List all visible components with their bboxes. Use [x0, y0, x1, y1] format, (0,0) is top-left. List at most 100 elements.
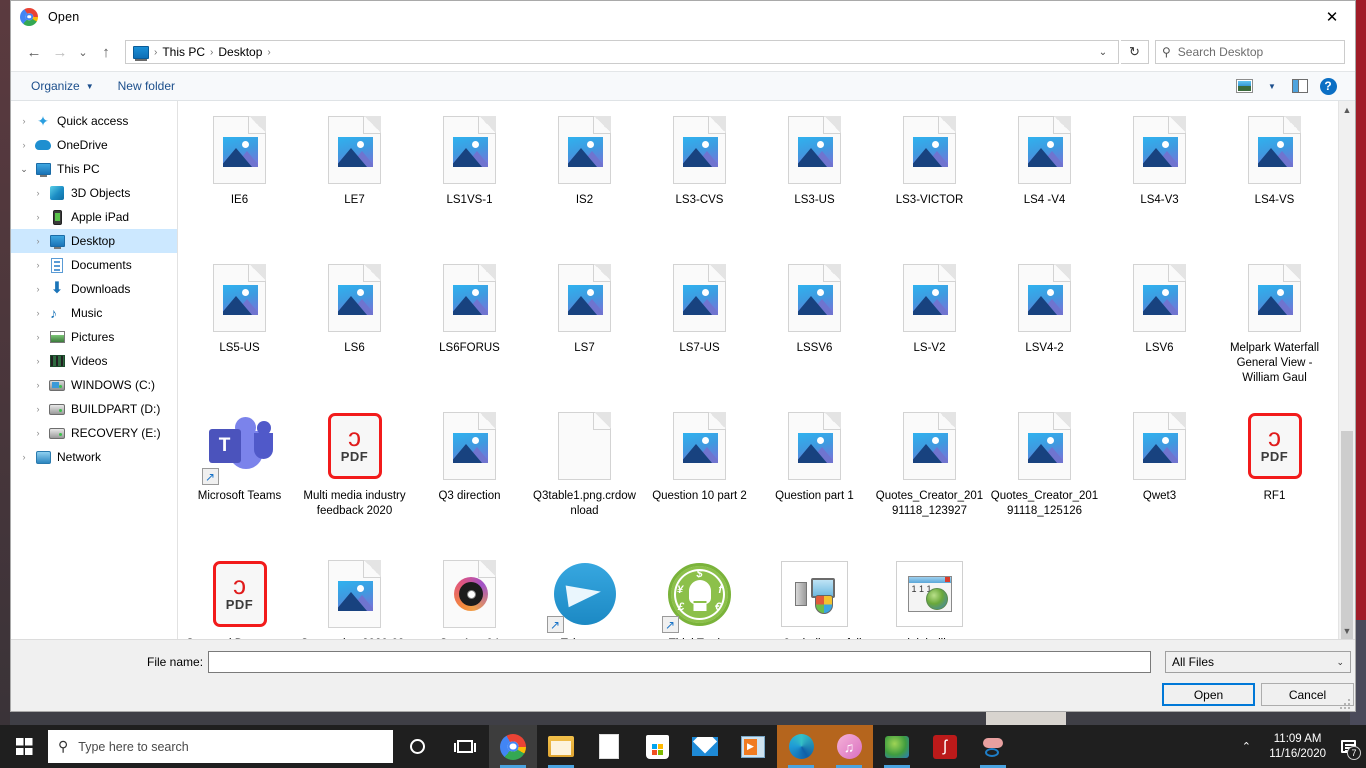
- taskbar-app-media-player[interactable]: ▶: [729, 725, 777, 768]
- file-item[interactable]: LS7-US: [642, 255, 757, 403]
- taskbar-app-adobe-reader[interactable]: ʃ: [921, 725, 969, 768]
- file-item[interactable]: LS3-CVS: [642, 107, 757, 255]
- taskbar-app-file-explorer[interactable]: [537, 725, 585, 768]
- sidebar-item-this-pc[interactable]: ⌄ This PC: [11, 157, 177, 181]
- file-item[interactable]: Sun Aug 04 2019MMM: [412, 551, 527, 639]
- chevron-right-icon[interactable]: ›: [29, 404, 47, 414]
- sidebar-item-documents[interactable]: › Documents: [11, 253, 177, 277]
- notifications-button[interactable]: 7: [1334, 725, 1362, 768]
- recent-locations-button[interactable]: ⌄: [73, 39, 93, 65]
- chevron-right-icon[interactable]: ›: [29, 356, 47, 366]
- file-item[interactable]: Quotes_Creator_20191118_123927: [872, 403, 987, 551]
- file-item[interactable]: IE6: [182, 107, 297, 255]
- chevron-right-icon[interactable]: ›: [15, 452, 33, 462]
- file-item[interactable]: Quotes_Creator_20191118_125126: [987, 403, 1102, 551]
- taskbar-app-mail[interactable]: [681, 725, 729, 768]
- file-item[interactable]: LS6: [297, 255, 412, 403]
- help-button[interactable]: ?: [1315, 75, 1341, 97]
- preview-pane-button[interactable]: [1287, 75, 1313, 97]
- up-button[interactable]: ↑: [93, 39, 119, 65]
- chevron-right-icon[interactable]: ›: [15, 140, 33, 150]
- file-item[interactable]: Screenshot 2020-09-30 072525: [297, 551, 412, 639]
- taskbar-search-box[interactable]: ⚲: [48, 730, 393, 763]
- filename-input[interactable]: [208, 651, 1151, 673]
- scroll-up-button[interactable]: ▲: [1339, 101, 1355, 118]
- sidebar-item-buildpart-d[interactable]: › BUILDPART (D:): [11, 397, 177, 421]
- file-item[interactable]: Q3 direction: [412, 403, 527, 551]
- file-item[interactable]: Qwet3: [1102, 403, 1217, 551]
- chevron-right-icon[interactable]: ›: [29, 332, 47, 342]
- taskbar-app-notepad[interactable]: [585, 725, 633, 768]
- taskbar-app-green-app[interactable]: [873, 725, 921, 768]
- taskbar-app-microsoft-store[interactable]: [633, 725, 681, 768]
- view-mode-dropdown[interactable]: ▼: [1259, 75, 1285, 97]
- chevron-right-icon[interactable]: ›: [29, 380, 47, 390]
- clock[interactable]: 11:09 AM 11/16/2020: [1261, 732, 1334, 762]
- taskbar-app-snipping-tool[interactable]: [969, 725, 1017, 768]
- sidebar-item-network[interactable]: › Network: [11, 445, 177, 469]
- sidebar-item-downloads[interactable]: › ⬇ Downloads: [11, 277, 177, 301]
- refresh-icon[interactable]: ↻: [1121, 40, 1149, 64]
- file-item[interactable]: LS1VS-1: [412, 107, 527, 255]
- cortana-icon[interactable]: [393, 725, 441, 768]
- start-button[interactable]: [0, 725, 48, 768]
- sidebar-item-recovery-e[interactable]: › RECOVERY (E:): [11, 421, 177, 445]
- file-item[interactable]: Melpark Waterfall General View - William…: [1217, 255, 1332, 403]
- file-item[interactable]: 1 1 1triplebolling: [872, 551, 987, 639]
- chevron-right-icon[interactable]: ›: [15, 116, 33, 126]
- file-item[interactable]: LS3-US: [757, 107, 872, 255]
- chevron-right-icon[interactable]: ›: [29, 308, 47, 318]
- taskbar-app-edge[interactable]: [777, 725, 825, 768]
- file-item[interactable]: LE7: [297, 107, 412, 255]
- sidebar-item-quick-access[interactable]: › ✦ Quick access: [11, 109, 177, 133]
- taskbar-app-chrome[interactable]: [489, 725, 537, 768]
- file-type-dropdown[interactable]: All Files ⌄: [1165, 651, 1351, 673]
- sidebar-item-windows-c[interactable]: › WINDOWS (C:): [11, 373, 177, 397]
- file-item[interactable]: Question part 1: [757, 403, 872, 551]
- chevron-right-icon[interactable]: ›: [29, 428, 47, 438]
- file-item[interactable]: ɔ PDF RF1: [1217, 403, 1332, 551]
- new-folder-button[interactable]: New folder: [106, 79, 187, 93]
- file-item[interactable]: LSV6: [1102, 255, 1217, 403]
- chevron-right-icon[interactable]: ›: [29, 188, 47, 198]
- breadcrumb-this-pc[interactable]: This PC: [158, 45, 209, 59]
- open-button[interactable]: Open: [1162, 683, 1255, 706]
- file-item[interactable]: LS3-VICTOR: [872, 107, 987, 255]
- file-item[interactable]: tone2_gladiator_full_setup: [757, 551, 872, 639]
- scrollbar-thumb[interactable]: [1341, 431, 1353, 639]
- file-item[interactable]: LS7: [527, 255, 642, 403]
- file-item[interactable]: LS6FORUS: [412, 255, 527, 403]
- sidebar-item-pictures[interactable]: › Pictures: [11, 325, 177, 349]
- file-item[interactable]: Question 10 part 2: [642, 403, 757, 551]
- file-item[interactable]: Q3table1.png.crdownload: [527, 403, 642, 551]
- file-list-scrollbar[interactable]: ▲ ▼: [1338, 101, 1355, 639]
- sidebar-item-onedrive[interactable]: › OneDrive: [11, 133, 177, 157]
- file-item[interactable]: LSV4-2: [987, 255, 1102, 403]
- chevron-right-icon[interactable]: ›: [29, 212, 47, 222]
- sidebar-item-3d-objects[interactable]: › 3D Objects: [11, 181, 177, 205]
- sidebar-item-desktop[interactable]: › Desktop: [11, 229, 177, 253]
- chevron-right-icon[interactable]: ›: [29, 284, 47, 294]
- scroll-down-button[interactable]: ▼: [1339, 622, 1355, 639]
- file-item[interactable]: LS4-V3: [1102, 107, 1217, 255]
- address-bar[interactable]: › This PC › Desktop › ⌄: [125, 40, 1119, 64]
- file-item[interactable]: T ↗ Microsoft Teams: [182, 403, 297, 551]
- file-item[interactable]: LS5-US: [182, 255, 297, 403]
- file-item[interactable]: ɔ PDF Multi media industry feedback 2020: [297, 403, 412, 551]
- file-item[interactable]: LS4-VS: [1217, 107, 1332, 255]
- search-box[interactable]: ⚲: [1155, 40, 1345, 64]
- search-input[interactable]: [1177, 45, 1338, 59]
- organize-button[interactable]: Organize ▼: [19, 79, 106, 93]
- chevron-right-icon[interactable]: ›: [29, 236, 47, 246]
- resize-grip[interactable]: [1340, 697, 1352, 709]
- file-item[interactable]: $¥f£€↗ThinkTrader: [642, 551, 757, 639]
- task-view-icon[interactable]: [441, 725, 489, 768]
- file-item[interactable]: ↗Telegram: [527, 551, 642, 639]
- file-item[interactable]: LS4 -V4: [987, 107, 1102, 255]
- sidebar-item-videos[interactable]: › Videos: [11, 349, 177, 373]
- address-dropdown-icon[interactable]: ⌄: [1092, 41, 1114, 63]
- file-item[interactable]: IS2: [527, 107, 642, 255]
- close-icon[interactable]: ✕: [1309, 1, 1355, 33]
- breadcrumb-desktop[interactable]: Desktop: [214, 45, 266, 59]
- view-mode-button[interactable]: [1231, 75, 1257, 97]
